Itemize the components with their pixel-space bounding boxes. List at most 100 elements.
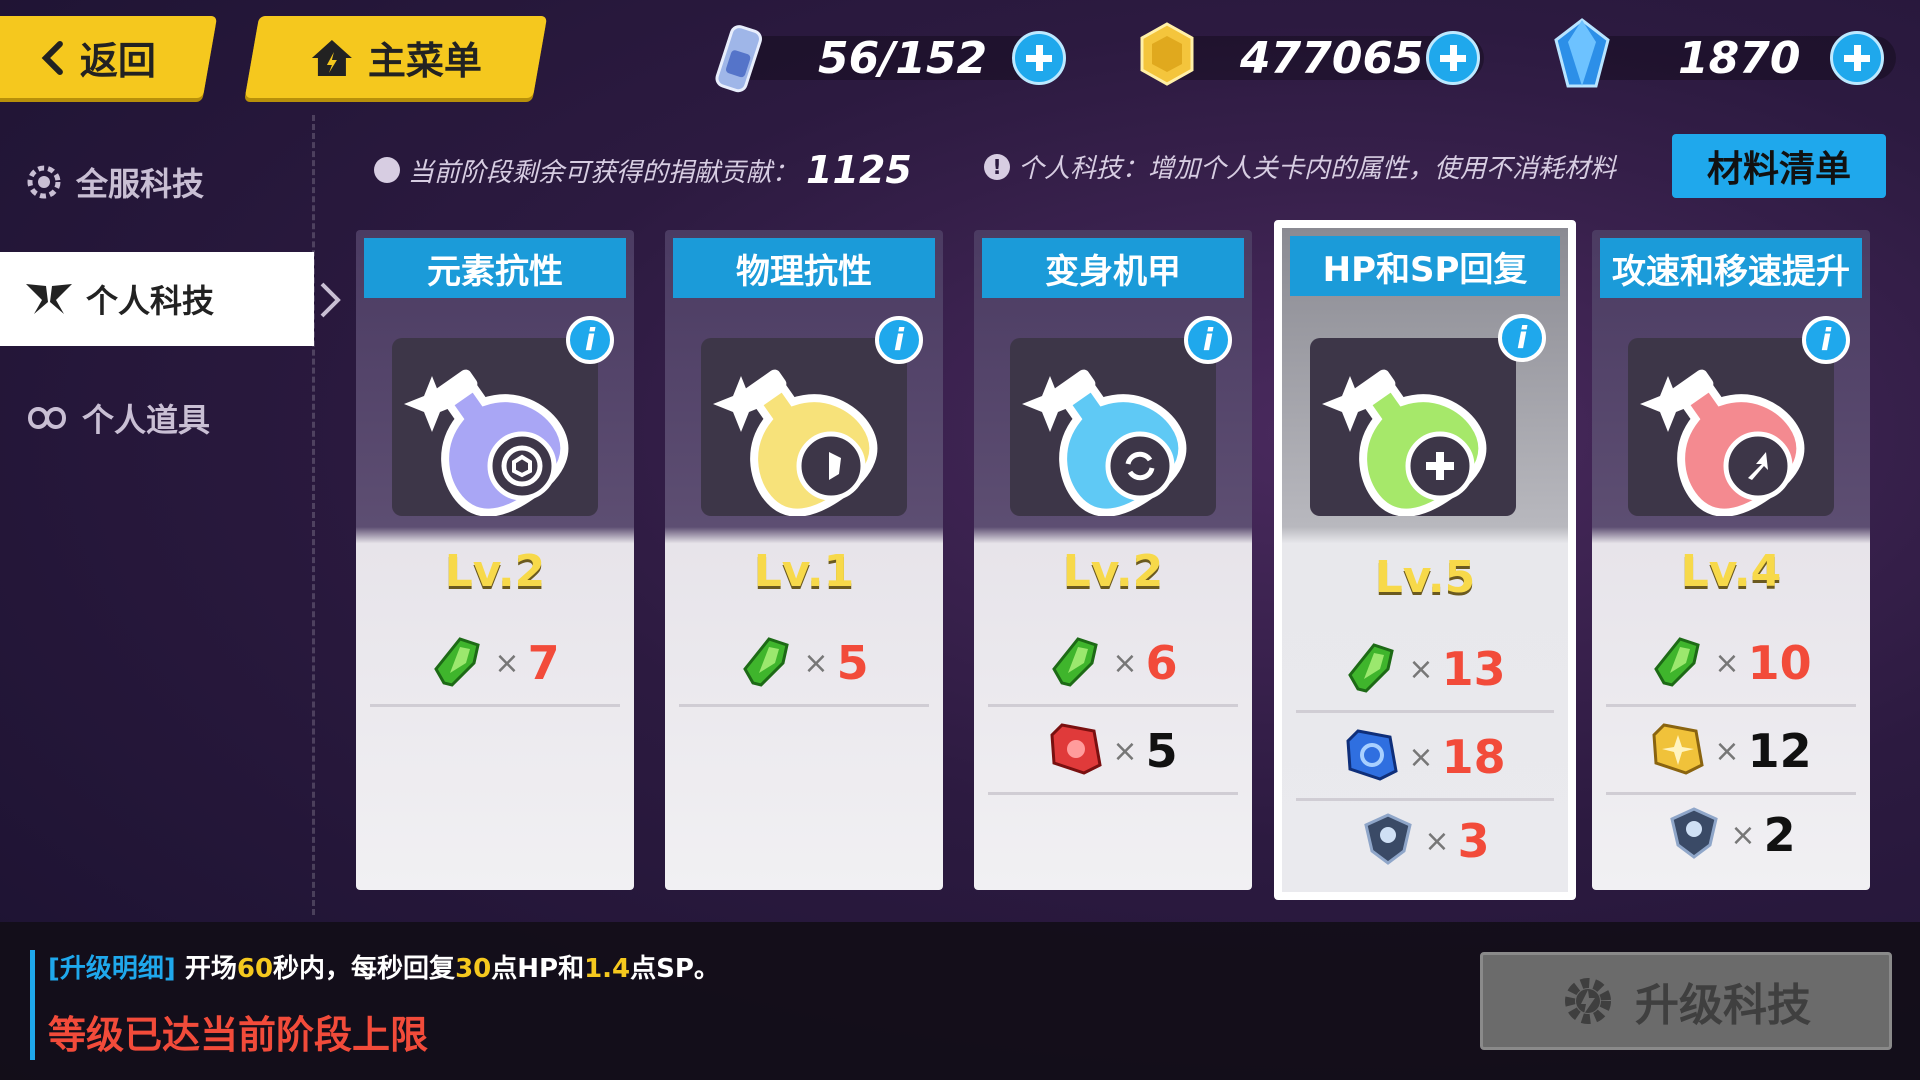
detail-number: 60 [236, 954, 274, 984]
material-count: 13 [1441, 642, 1506, 696]
potion-icon [1322, 369, 1487, 517]
potion-icon [404, 369, 569, 517]
multiply-sign: × [1112, 645, 1138, 681]
crystal-resource: 1870 [1536, 18, 1916, 88]
add-crystal-button[interactable] [1830, 31, 1884, 85]
potion-icon-frame [1628, 338, 1834, 517]
loop-icon [28, 407, 67, 429]
tech-level: Lv.5 [1374, 552, 1476, 603]
stamina-bottle-icon [715, 25, 763, 93]
chevron-left-icon [41, 40, 63, 74]
pie-icon [374, 157, 400, 183]
tech-card[interactable]: 物理抗性 i Lv.1 × 5 [665, 230, 943, 890]
tech-card-title: 元素抗性 [364, 238, 626, 298]
multiply-sign: × [1730, 817, 1756, 853]
sidebar-divider [312, 115, 315, 915]
green-gem-icon [1344, 639, 1400, 699]
detail-text: 秒内，每秒回复 [273, 954, 456, 984]
multiply-sign: × [1408, 651, 1434, 687]
multiply-sign: × [1714, 733, 1740, 769]
tech-level: Lv.4 [1680, 546, 1782, 597]
tech-card[interactable]: 攻速和移速提升 i Lv.4 × 10 × 12 × 2 [1592, 230, 1870, 890]
tech-card-title: HP和SP回复 [1290, 236, 1560, 296]
add-stamina-button[interactable] [1012, 31, 1066, 85]
upgrade-detail: [升级明细] 开场60秒内，每秒回复30点HP和1.4点SP。 [48, 948, 720, 985]
blue-chip-icon [1344, 727, 1400, 787]
cost-divider [1296, 798, 1554, 801]
info-icon[interactable]: i [1802, 316, 1850, 364]
sidebar-item-label: 全服科技 [76, 165, 205, 203]
cost-divider [1606, 792, 1856, 795]
wings-icon [26, 284, 72, 314]
tech-card[interactable]: 变身机甲 i Lv.2 × 6 × 5 [974, 230, 1252, 890]
green-gem-icon [430, 633, 486, 693]
multiply-sign: × [803, 645, 829, 681]
multiply-sign: × [1112, 733, 1138, 769]
sidebar-item-server-tech[interactable]: 全服科技 [0, 134, 314, 230]
info-icon[interactable]: i [875, 316, 923, 364]
crystal-icon [1554, 18, 1610, 88]
tech-hint-text: 个人科技：增加个人关卡内的属性，使用不消耗材料 [1018, 154, 1617, 184]
material-cost: × 5 [974, 708, 1252, 794]
material-count: 5 [836, 636, 869, 690]
coin-value: 477065 [1240, 32, 1424, 84]
potion-icon-frame [1310, 338, 1516, 517]
sidebar-item-personal-items[interactable]: 个人道具 [0, 370, 314, 466]
detail-text: 点HP和 [491, 954, 585, 984]
green-gem-icon [1650, 633, 1706, 693]
detail-accent-line [30, 950, 35, 1060]
potion-icon-frame [1010, 338, 1216, 517]
material-count: 10 [1747, 636, 1812, 690]
back-button[interactable]: 返回 [0, 16, 218, 98]
detail-number: 1.4 [584, 954, 631, 984]
upgrade-tech-button[interactable]: 升级科技 [1480, 952, 1892, 1050]
tech-level: Lv.2 [444, 546, 546, 597]
stamina-value: 56/152 [818, 32, 988, 84]
upgrade-tech-label: 升级科技 [1635, 980, 1811, 1031]
multiply-sign: × [1714, 645, 1740, 681]
info-icon[interactable]: i [1498, 314, 1546, 362]
main-menu-button[interactable]: 主菜单 [244, 16, 548, 98]
coin-resource: 477065 [1124, 22, 1504, 88]
info-icon[interactable]: i [1184, 316, 1232, 364]
tech-level: Lv.2 [1062, 546, 1164, 597]
material-cost: × 18 [1282, 714, 1568, 800]
material-count: 3 [1457, 814, 1490, 868]
material-count: 5 [1145, 724, 1178, 778]
materials-list-button[interactable]: 材料清单 [1672, 134, 1886, 198]
potion-icon [713, 369, 878, 517]
info-icon[interactable]: i [566, 316, 614, 364]
tech-card-title: 变身机甲 [982, 238, 1244, 298]
potion-icon [1640, 369, 1805, 517]
potion-icon-frame [392, 338, 598, 517]
material-count: 6 [1145, 636, 1178, 690]
material-cost: × 10 [1592, 620, 1870, 706]
contribution-label: 当前阶段剩余可获得的捐献贡献： [408, 157, 799, 188]
cost-divider [1296, 710, 1554, 713]
material-count: 7 [527, 636, 560, 690]
sidebar-item-label: 个人科技 [86, 282, 215, 320]
tech-card[interactable]: HP和SP回复 i Lv.5 × 13 × 18 × 3 [1274, 220, 1576, 900]
sidebar-item-personal-tech[interactable]: 个人科技 [0, 252, 314, 346]
multiply-sign: × [1408, 739, 1434, 775]
contribution-info: 当前阶段剩余可获得的捐献贡献： 1125 [374, 148, 912, 192]
potion-icon-frame [701, 338, 907, 517]
material-cost: × 3 [1282, 798, 1568, 884]
contribution-value: 1125 [806, 148, 912, 192]
multiply-sign: × [494, 645, 520, 681]
potion-icon [1022, 369, 1187, 517]
tech-card-title: 攻速和移速提升 [1600, 238, 1862, 298]
cost-divider [679, 704, 929, 707]
cost-divider [1606, 704, 1856, 707]
add-coin-button[interactable] [1426, 31, 1480, 85]
level-cap-warning: 等级已达当前阶段上限 [48, 1013, 429, 1057]
gold-coin-icon [1140, 22, 1194, 86]
material-cost: × 13 [1282, 626, 1568, 712]
chevron-right-icon [320, 282, 341, 318]
multiply-sign: × [1424, 823, 1450, 859]
material-count: 12 [1747, 724, 1812, 778]
cost-divider [370, 704, 620, 707]
tech-card-title: 物理抗性 [673, 238, 935, 298]
tech-card[interactable]: 元素抗性 i Lv.2 × 7 [356, 230, 634, 890]
green-gem-icon [739, 633, 795, 693]
